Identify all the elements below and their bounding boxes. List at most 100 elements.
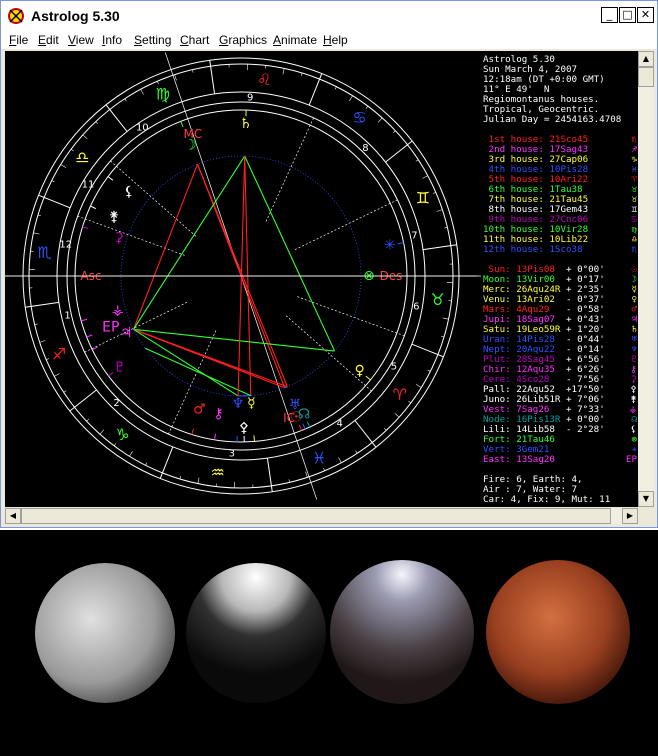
degree-tick	[82, 134, 88, 140]
chart-canvas[interactable]: ♈ ♉ ♊ ♋ ♌ ♍ ♎ ♏ ♐ ♑ ♒ ♓ 1 2 3 4 5 6 7 8 9 10 11 12 Asc Des MC IC ☉ ☽ ☿…	[5, 51, 638, 507]
planet-glyph: EP	[102, 319, 119, 335]
close-button[interactable]: ✕	[637, 7, 654, 23]
minimize-button[interactable]: _	[601, 7, 618, 23]
title-bar[interactable]: Astrolog 5.30 _ □ ✕	[1, 1, 657, 31]
degree-tick	[349, 95, 353, 101]
house-cusp-row: 12th house: 1Sco38 ♏	[483, 245, 637, 255]
planet-glyph: ⚴	[239, 420, 249, 436]
house-number: 11	[82, 179, 95, 190]
house-cusp-line	[84, 301, 188, 353]
astrolog-window: Astrolog 5.30 _ □ ✕ File Edit View Info Sett…	[0, 0, 658, 528]
degree-tick	[129, 451, 133, 457]
degree-tick	[432, 352, 439, 355]
planet-tick	[86, 334, 93, 338]
degree-tick	[63, 390, 67, 393]
planet-glyph: ⚵	[109, 209, 119, 225]
menu-accelerator: E	[38, 33, 47, 47]
menu-view[interactable]: View	[68, 33, 94, 47]
zodiac-sign-glyph: ♓	[312, 448, 326, 467]
element-summary-line: Car: 4, Fix: 9, Mut: 11	[483, 495, 611, 505]
house-cusp-row: 3rd house: 27Cap06 ♑	[483, 155, 637, 165]
planet-tick	[298, 424, 302, 431]
horizontal-scroll-thumb[interactable]	[21, 508, 611, 524]
horizontal-scrollbar[interactable]: ◀ ▶	[5, 508, 638, 524]
planet-row: Cere: 4Sco28 - 7°56' ⚳	[483, 375, 637, 385]
menu-edit[interactable]: Edit	[38, 33, 59, 47]
degree-tick	[436, 209, 443, 212]
degree-tick	[368, 437, 373, 443]
scroll-up-button[interactable]: ▲	[638, 51, 654, 67]
house-number: 5	[391, 362, 397, 373]
house-number: 8	[362, 143, 368, 154]
chart-header-line: 12:18am (DT +0:00 GMT)	[483, 75, 605, 85]
degree-tick	[444, 245, 451, 247]
vertical-scroll-thumb[interactable]	[638, 67, 654, 87]
degree-tick	[427, 369, 431, 372]
degree-tick	[317, 78, 320, 85]
menu-animate[interactable]: Animate	[273, 33, 317, 47]
zodiac-sign-glyph: ♈	[392, 385, 406, 404]
planet-tick	[90, 205, 97, 210]
planet-tick	[180, 121, 184, 128]
degree-tick	[334, 86, 337, 90]
menu-accelerator: A	[273, 33, 282, 47]
house-number: 4	[336, 419, 342, 430]
planet-row: Vest: 7Sag26 + 7°33' ⚶	[483, 405, 637, 415]
degree-tick	[442, 317, 449, 320]
menu-accelerator: H	[323, 33, 332, 47]
scroll-down-button[interactable]: ▼	[638, 491, 654, 507]
sign-boundary	[411, 343, 444, 358]
house-cusp-row: 8th house: 17Gem43 ♊	[483, 205, 637, 215]
house-number: 12	[59, 239, 72, 250]
degree-tick	[157, 81, 159, 85]
zodiac-sign-glyph: ♎	[75, 148, 89, 167]
degree-tick	[145, 462, 148, 466]
degree-tick	[54, 373, 60, 377]
moon-phase-1	[35, 563, 175, 703]
moon-phase-4	[486, 560, 630, 704]
planet-tick	[397, 242, 404, 245]
scroll-left-button[interactable]: ◀	[5, 508, 21, 524]
maximize-button[interactable]: □	[619, 7, 636, 23]
degree-tick	[300, 72, 303, 76]
menu-file[interactable]: File	[9, 33, 28, 47]
vertical-scrollbar[interactable]: ▲ ▼	[638, 51, 654, 507]
menu-graphics[interactable]: Graphics	[219, 33, 267, 47]
menu-info[interactable]: Info	[102, 33, 122, 47]
degree-tick	[140, 89, 144, 95]
degree-tick	[377, 117, 383, 123]
house-cusp-row: 6th house: 1Tau38 ♉	[483, 185, 637, 195]
degree-tick	[197, 477, 200, 484]
menu-help[interactable]: Help	[323, 33, 348, 47]
menu-setting[interactable]: Setting	[134, 33, 171, 47]
sign-boundary	[38, 194, 71, 209]
degree-tick	[192, 69, 194, 73]
aspect-line	[244, 155, 336, 352]
chart-header-line: Tropical, Geocentric.	[483, 105, 600, 115]
degree-tick	[95, 121, 99, 124]
planet-tick	[365, 375, 371, 381]
degree-tick	[37, 214, 41, 217]
degree-tick	[415, 159, 419, 162]
zodiac-sign-glyph: ♋	[352, 108, 366, 127]
degree-tick	[383, 428, 387, 431]
degree-tick	[74, 403, 80, 408]
chart-header-line: Julian Day = 2454163.4708	[483, 115, 622, 125]
planet-glyph: ♇	[113, 359, 126, 375]
degree-tick	[109, 109, 114, 115]
house-cusp-row: 5th house: 10Ari22 ♈	[483, 175, 637, 185]
house-cusp-row: 1st house: 21Sco45 ♏	[483, 135, 637, 145]
scroll-right-button[interactable]: ▶	[622, 508, 638, 524]
menu-chart[interactable]: Chart	[180, 33, 209, 47]
degree-tick	[51, 180, 55, 183]
house-cusp-line	[285, 315, 372, 392]
planet-row: Jupi: 18Sag07 + 0°43' ♃	[483, 315, 637, 325]
degree-tick	[34, 323, 38, 325]
degree-tick	[99, 429, 105, 435]
sign-boundary	[69, 389, 97, 412]
house-cusp-line	[265, 117, 314, 222]
degree-tick	[393, 130, 396, 134]
house-cusp-line	[240, 275, 318, 500]
